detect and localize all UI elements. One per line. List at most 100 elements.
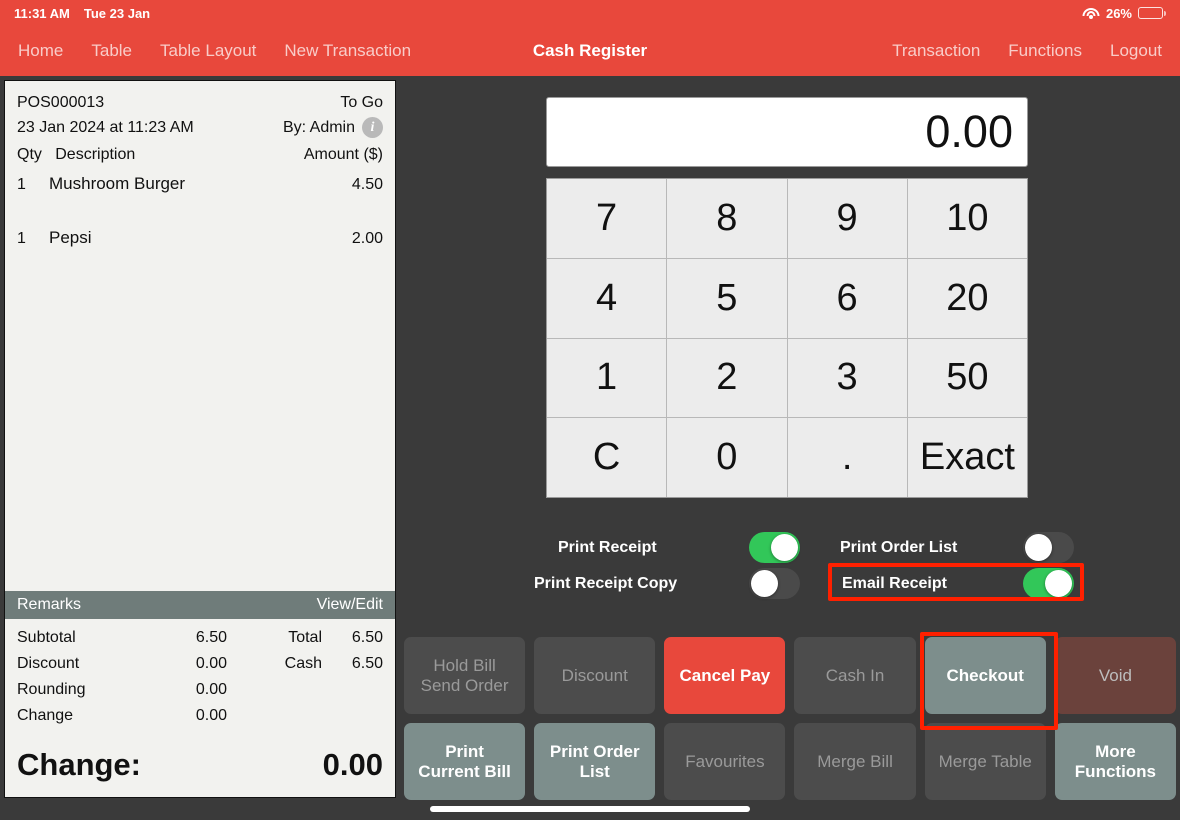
- status-bar-right: 26%: [1082, 5, 1166, 21]
- print-order-list-button[interactable]: Print Order List: [534, 723, 656, 800]
- key-4[interactable]: 4: [547, 258, 667, 338]
- remarks-label: Remarks: [17, 596, 82, 613]
- nav-item-logout[interactable]: Logout: [1110, 41, 1162, 61]
- void-button[interactable]: Void: [1054, 637, 1176, 714]
- total-label: Total: [288, 629, 322, 646]
- nav-bar: Home Table Table Layout New Transaction …: [0, 26, 1180, 76]
- item-qty: 1: [17, 230, 26, 247]
- key-3[interactable]: 3: [787, 338, 907, 418]
- cash-in-button[interactable]: Cash In: [794, 637, 916, 714]
- key-50[interactable]: 50: [907, 338, 1027, 418]
- column-header-amount: Amount ($): [303, 146, 383, 163]
- totals-spacer-value-2: [322, 703, 383, 729]
- subtotal-label: Subtotal: [17, 629, 76, 646]
- key-9[interactable]: 9: [787, 179, 907, 258]
- nav-item-functions[interactable]: Functions: [1008, 41, 1082, 61]
- key-6[interactable]: 6: [787, 258, 907, 338]
- receipt-meta-row: 23 Jan 2024 at 11:23 AM By: Admin i: [17, 115, 383, 140]
- column-header-qty: Qty: [17, 146, 42, 163]
- order-number: POS000013: [17, 94, 105, 111]
- nav-item-new-transaction[interactable]: New Transaction: [284, 41, 411, 61]
- key-8[interactable]: 8: [667, 179, 787, 258]
- info-icon[interactable]: i: [362, 117, 383, 138]
- table-row: Subtotal 6.50 Total 6.50: [17, 625, 383, 651]
- key-7[interactable]: 7: [547, 179, 667, 258]
- merge-table-button[interactable]: Merge Table: [924, 723, 1046, 800]
- order-operator-group: By: Admin i: [283, 115, 383, 140]
- totals-spacer-value: [322, 677, 383, 703]
- amount-display-value: 0.00: [925, 106, 1013, 157]
- favourites-button[interactable]: Favourites: [664, 723, 786, 800]
- nav-left-group: Home Table Table Layout New Transaction: [18, 26, 411, 76]
- nav-item-transaction[interactable]: Transaction: [892, 41, 980, 61]
- pos-app-window: 11:31 AM Tue 23 Jan 26% Home Table Table…: [0, 0, 1180, 820]
- cash-label: Cash: [284, 655, 322, 672]
- key-2[interactable]: 2: [667, 338, 787, 418]
- item-amount: 4.50: [351, 176, 383, 193]
- change-summary: Change: 0.00: [5, 729, 395, 797]
- nav-item-home[interactable]: Home: [18, 41, 63, 61]
- discount-value: 0.00: [195, 655, 227, 672]
- cash-value: 6.50: [351, 655, 383, 672]
- item-description: Mushroom Burger: [49, 174, 186, 193]
- print-current-bill-button[interactable]: Print Current Bill: [404, 723, 526, 800]
- hold-bill-send-order-button[interactable]: Hold Bill Send Order: [404, 637, 526, 714]
- key-20[interactable]: 20: [907, 258, 1027, 338]
- status-bar: 11:31 AM Tue 23 Jan 26%: [0, 0, 1180, 26]
- column-header-qty-description: Qty Description: [17, 141, 135, 169]
- receipt-items-list[interactable]: 1 Mushroom Burger 4.50 1 Pepsi 2.00: [5, 169, 395, 591]
- key-exact[interactable]: Exact: [907, 418, 1027, 497]
- item-spacer: [17, 199, 383, 223]
- totals-section: Subtotal 6.50 Total 6.50 Discount 0.00 C…: [5, 619, 395, 729]
- change-row-label: Change: [17, 707, 74, 724]
- item-amount: 2.00: [351, 230, 383, 247]
- change-big-value: 0.00: [322, 747, 383, 782]
- remarks-view-edit-link[interactable]: View/Edit: [317, 596, 383, 614]
- home-indicator[interactable]: [430, 806, 750, 812]
- toggle-row-email-receipt: Email Receipt: [842, 568, 1074, 599]
- toggle-label-print-order-list: Print Order List: [840, 538, 958, 556]
- battery-percent-label: 26%: [1105, 5, 1132, 21]
- toggle-email-receipt[interactable]: [1023, 568, 1074, 599]
- receipt-column-headers: Qty Description Amount ($): [5, 141, 395, 169]
- key-0[interactable]: 0: [667, 418, 787, 497]
- toggle-print-receipt[interactable]: [749, 532, 800, 563]
- nav-item-table-layout[interactable]: Table Layout: [160, 41, 256, 61]
- amount-display[interactable]: 0.00: [546, 97, 1028, 167]
- discount-button[interactable]: Discount: [534, 637, 656, 714]
- nav-right-group: Transaction Functions Logout: [892, 26, 1162, 76]
- subtotal-value: 6.50: [195, 629, 227, 646]
- key-1[interactable]: 1: [547, 338, 667, 418]
- nav-item-table[interactable]: Table: [91, 41, 132, 61]
- toggle-label-print-receipt-copy: Print Receipt Copy: [534, 574, 678, 592]
- table-row: Change 0.00: [17, 703, 383, 729]
- key-5[interactable]: 5: [667, 258, 787, 338]
- receipt-header: POS000013 To Go 23 Jan 2024 at 11:23 AM …: [5, 81, 395, 140]
- key-decimal[interactable]: .: [787, 418, 907, 497]
- order-operator: By: Admin: [282, 119, 355, 136]
- toggle-print-receipt-copy[interactable]: [749, 568, 800, 599]
- remarks-bar[interactable]: Remarks View/Edit: [5, 591, 395, 619]
- order-type: To Go: [340, 94, 383, 111]
- column-header-description: Description: [55, 146, 136, 163]
- checkout-button[interactable]: Checkout: [924, 637, 1046, 714]
- table-row: Discount 0.00 Cash 6.50: [17, 651, 383, 677]
- list-item[interactable]: 1 Mushroom Burger 4.50: [17, 169, 383, 199]
- table-row: Rounding 0.00: [17, 677, 383, 703]
- numeric-keypad: 7 8 9 10 4 5 6 20 1 2 3 50 C 0 . Exact: [546, 178, 1028, 498]
- status-bar-left: 11:31 AM Tue 23 Jan: [14, 6, 150, 21]
- toggle-print-order-list[interactable]: [1023, 532, 1074, 563]
- toggle-row-print-receipt: Print Receipt: [558, 532, 800, 563]
- battery-icon: [1138, 7, 1166, 19]
- cancel-pay-button[interactable]: Cancel Pay: [664, 637, 786, 714]
- more-functions-button[interactable]: More Functions: [1054, 723, 1176, 800]
- key-10[interactable]: 10: [907, 179, 1027, 258]
- toggle-row-print-receipt-copy: Print Receipt Copy: [534, 568, 800, 599]
- action-buttons-grid: Hold Bill Send Order Discount Cancel Pay …: [404, 637, 1176, 800]
- list-item[interactable]: 1 Pepsi 2.00: [17, 223, 383, 253]
- totals-spacer-label-2: [227, 703, 322, 729]
- key-clear[interactable]: C: [547, 418, 667, 497]
- merge-bill-button[interactable]: Merge Bill: [794, 723, 916, 800]
- clock: 11:31 AM: [14, 5, 70, 21]
- item-description: Pepsi: [49, 228, 92, 247]
